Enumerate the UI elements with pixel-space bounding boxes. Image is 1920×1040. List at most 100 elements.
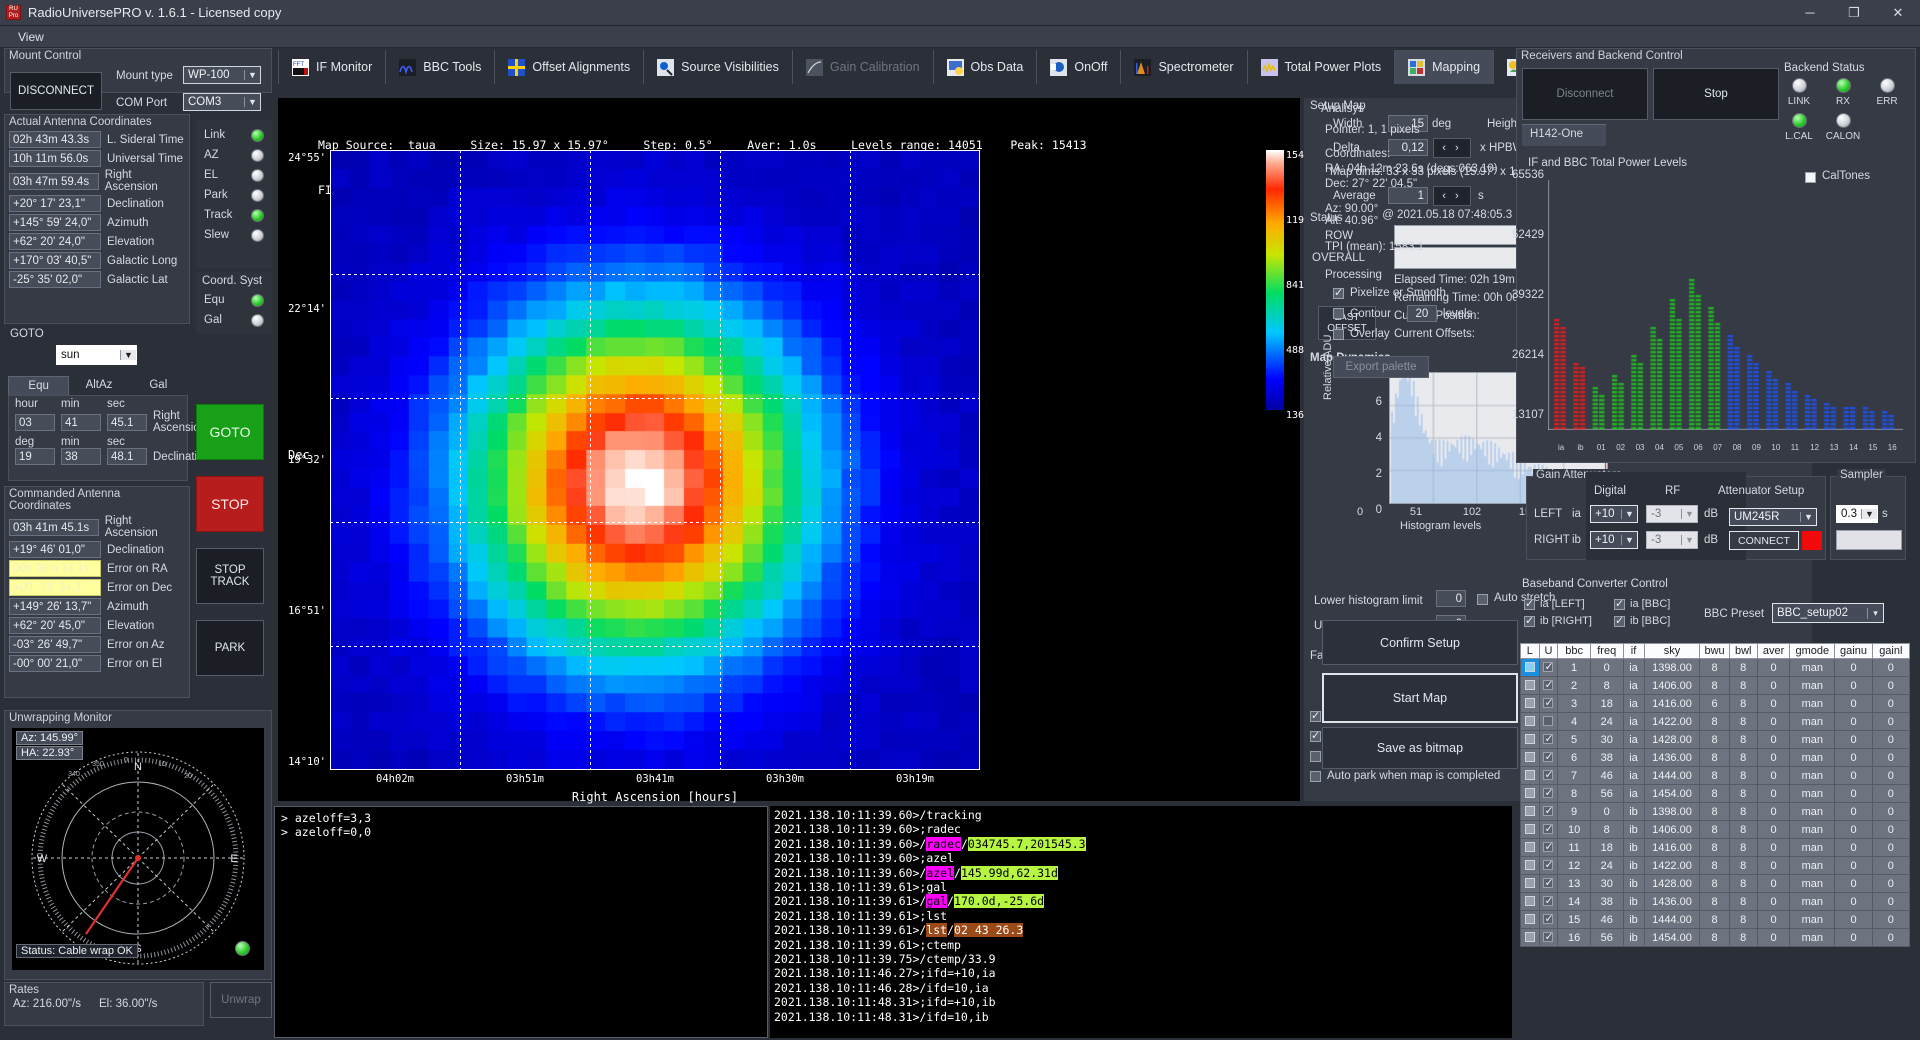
bbc-cell-bwu[interactable]: 8	[1699, 676, 1730, 695]
bbc-cell-freq[interactable]: 38	[1589, 748, 1624, 767]
bbc-preset-select[interactable]: BBC_setup02 ▾	[1772, 603, 1884, 623]
bbc-cell-bbc[interactable]: 11	[1557, 838, 1591, 857]
bbc-cell-u[interactable]	[1538, 784, 1559, 803]
bbc-cell-gmode[interactable]: man	[1789, 748, 1836, 767]
bbc-table-row[interactable]: 1546ib1444.00880man00	[1520, 910, 1911, 929]
bbc-cell-u[interactable]	[1538, 730, 1559, 749]
bbc-cell-sky[interactable]: 1406.00	[1643, 676, 1701, 695]
cable-wrap-compass[interactable]: N S E W 0 10 20 350 340 Az: 145.99° HA: …	[12, 728, 264, 970]
bbc-cell-aver[interactable]: 0	[1756, 676, 1791, 695]
bbc-cell-gainl[interactable]: 0	[1871, 748, 1911, 767]
maximize-button[interactable]: ❐	[1832, 0, 1876, 26]
bbc-cell-freq[interactable]: 56	[1589, 928, 1624, 947]
bbc-cell-gainu[interactable]: 0	[1834, 748, 1873, 767]
bbc-cell-gmode[interactable]: man	[1789, 784, 1836, 803]
bbc-cell-gmode[interactable]: man	[1789, 820, 1836, 839]
bbc-cell-if[interactable]: ia	[1622, 766, 1645, 785]
minimize-button[interactable]: ─	[1788, 0, 1832, 26]
bbc-cell-bwl[interactable]: 8	[1728, 838, 1758, 857]
bbc-cell-aver[interactable]: 0	[1756, 658, 1791, 677]
bbc-table-row[interactable]: 10ia1398.00880man00	[1520, 658, 1911, 677]
bbc-cell-bbc[interactable]: 15	[1557, 910, 1591, 929]
bbc-cell-if[interactable]: ia	[1622, 730, 1645, 749]
bbc-cell-gainu[interactable]: 0	[1834, 694, 1873, 713]
dec-input[interactable]: 19	[15, 448, 55, 465]
bbc-cell-if[interactable]: ia	[1622, 694, 1645, 713]
bbc-cell-if[interactable]: ib	[1622, 910, 1645, 929]
bbc-cell-l[interactable]	[1520, 658, 1540, 677]
bbc-cell-u[interactable]	[1538, 712, 1559, 731]
bbc-cell-u[interactable]	[1538, 838, 1559, 857]
bbc-cell-if[interactable]: ib	[1622, 820, 1645, 839]
bbc-cell-bwl[interactable]: 8	[1728, 694, 1758, 713]
bbc-cell-u[interactable]	[1538, 892, 1559, 911]
bbc-cell-bbc[interactable]: 4	[1557, 712, 1591, 731]
toolbar-tab-total-power-plots[interactable]: Total Power Plots	[1246, 50, 1395, 84]
bbc-cell-gmode[interactable]: man	[1789, 892, 1836, 911]
bbc-cell-freq[interactable]: 38	[1589, 892, 1624, 911]
bbc-cell-freq[interactable]: 56	[1589, 784, 1624, 803]
bbc-cell-u[interactable]	[1538, 874, 1559, 893]
bbc-cell-l[interactable]	[1520, 856, 1540, 875]
bbc-cell-l[interactable]	[1520, 874, 1540, 893]
bbc-cell-sky[interactable]: 1398.00	[1643, 802, 1701, 821]
map-option-checkbox[interactable]	[1310, 729, 1321, 742]
bbc-cell-gainu[interactable]: 0	[1834, 874, 1873, 893]
bbc-cell-sky[interactable]: 1444.00	[1643, 910, 1701, 929]
bbc-cell-freq[interactable]: 24	[1589, 712, 1624, 731]
bbc-cell-gainu[interactable]: 0	[1834, 910, 1873, 929]
bbc-cell-bwu[interactable]: 8	[1699, 748, 1730, 767]
bbc-cell-bbc[interactable]: 2	[1557, 676, 1591, 695]
bbc-cell-sky[interactable]: 1454.00	[1643, 928, 1701, 947]
bbc-cell-aver[interactable]: 0	[1756, 874, 1791, 893]
dec-input[interactable]: 38	[61, 448, 101, 465]
bbc-cell-aver[interactable]: 0	[1756, 694, 1791, 713]
processing-checkbox[interactable]	[1333, 286, 1344, 299]
bbc-cell-gainl[interactable]: 0	[1871, 802, 1911, 821]
bbc-cell-gainu[interactable]: 0	[1834, 892, 1873, 911]
confirm-setup-button[interactable]: Confirm Setup	[1322, 620, 1518, 665]
bbc-column-header[interactable]: bbc	[1557, 643, 1591, 659]
bbc-cell-gainl[interactable]: 0	[1871, 892, 1911, 911]
bbc-cell-gainl[interactable]: 0	[1871, 928, 1911, 947]
bbc-cell-l[interactable]	[1520, 838, 1540, 857]
bbc-table-row[interactable]: 1118ib1416.00880man00	[1520, 838, 1911, 857]
bbc-cell-sky[interactable]: 1436.00	[1643, 748, 1701, 767]
baseband-check-item[interactable]: ia [BBC]	[1614, 597, 1704, 610]
bbc-table-row[interactable]: 1224ib1422.00880man00	[1520, 856, 1911, 875]
close-button[interactable]: ✕	[1876, 0, 1920, 26]
bbc-cell-gainu[interactable]: 0	[1834, 856, 1873, 875]
bbc-cell-bbc[interactable]: 14	[1557, 892, 1591, 911]
bbc-cell-u[interactable]	[1538, 802, 1559, 821]
bbc-cell-sky[interactable]: 1398.00	[1643, 658, 1701, 677]
gain-digital-select[interactable]: +10 ▼	[1590, 505, 1638, 523]
bbc-cell-gainl[interactable]: 0	[1871, 820, 1911, 839]
bbc-cell-gmode[interactable]: man	[1789, 856, 1836, 875]
bbc-cell-gainu[interactable]: 0	[1834, 820, 1873, 839]
bbc-cell-bwu[interactable]: 8	[1699, 712, 1730, 731]
bbc-cell-bwl[interactable]: 8	[1728, 748, 1758, 767]
bbc-cell-bwu[interactable]: 8	[1699, 838, 1730, 857]
park-button[interactable]: PARK	[196, 620, 264, 676]
bbc-column-header[interactable]: gmode	[1789, 643, 1836, 659]
bbc-cell-bwl[interactable]: 8	[1728, 676, 1758, 695]
goto-target-select[interactable]: sun ▼	[56, 345, 137, 365]
bbc-table-row[interactable]: 746ia1444.00880man00	[1520, 766, 1911, 785]
baseband-check-item[interactable]: ia [LEFT]	[1524, 597, 1614, 610]
bbc-cell-l[interactable]	[1520, 910, 1540, 929]
bbc-cell-aver[interactable]: 0	[1756, 784, 1791, 803]
bbc-cell-l[interactable]	[1520, 892, 1540, 911]
bbc-cell-aver[interactable]: 0	[1756, 802, 1791, 821]
bbc-column-header[interactable]: freq	[1589, 643, 1624, 659]
bbc-cell-l[interactable]	[1520, 712, 1540, 731]
processing-checkbox[interactable]	[1333, 328, 1344, 340]
bbc-table-row[interactable]: 856ia1454.00880man00	[1520, 784, 1911, 803]
bbc-cell-bwl[interactable]: 8	[1728, 856, 1758, 875]
bbc-cell-bbc[interactable]: 6	[1557, 748, 1591, 767]
bbc-cell-if[interactable]: ia	[1622, 784, 1645, 803]
bbc-column-header[interactable]: if	[1622, 643, 1645, 659]
baseband-check-item[interactable]: ib [BBC]	[1614, 614, 1704, 627]
coord-tab-altaz[interactable]: AltAz	[69, 376, 128, 396]
bbc-table-row[interactable]: 108ib1406.00880man00	[1520, 820, 1911, 839]
bbc-table-row[interactable]: 638ia1436.00880man00	[1520, 748, 1911, 767]
